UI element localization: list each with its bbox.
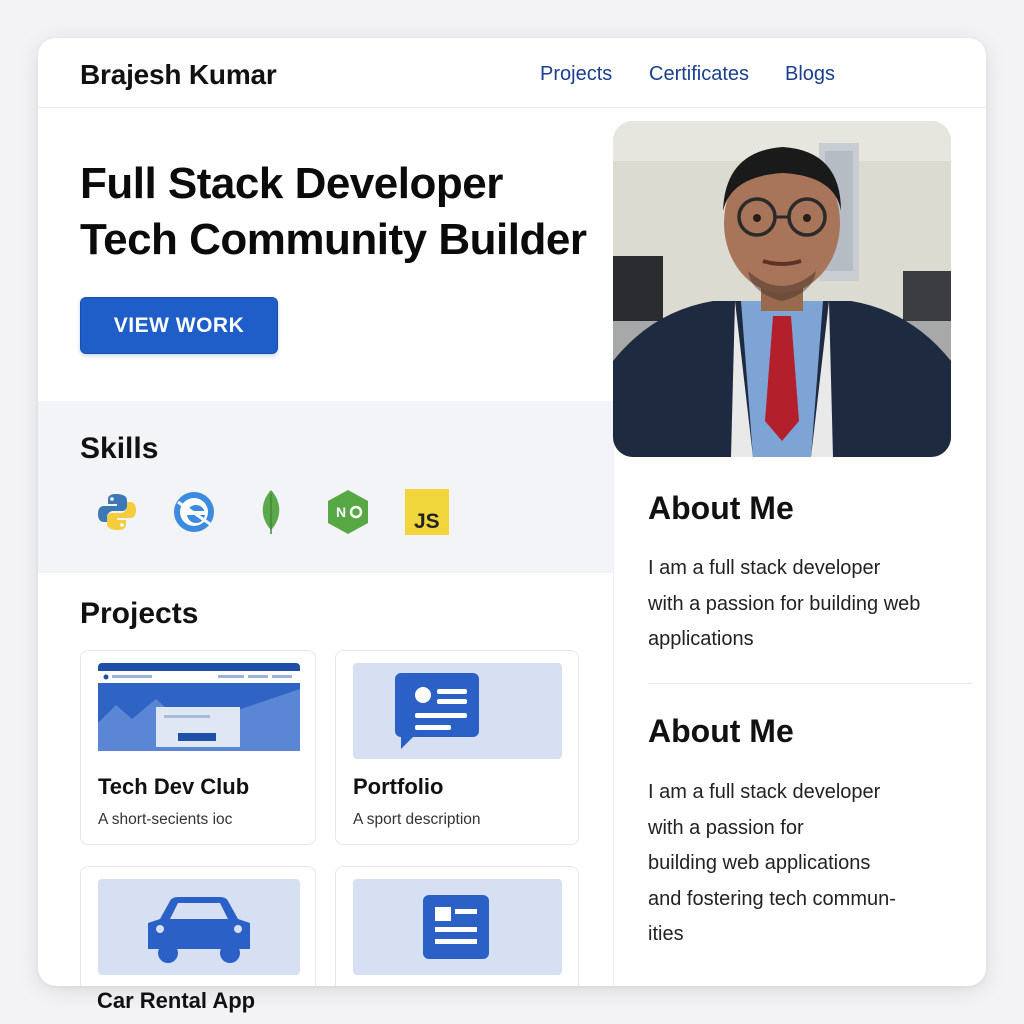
mongodb-leaf-icon	[249, 488, 293, 536]
projects-title: Projects	[80, 597, 199, 630]
skills-section	[38, 401, 613, 573]
site-header: Brajesh Kumar Projects Certificates Blog…	[38, 38, 986, 108]
python-icon	[95, 488, 139, 536]
app-window: Brajesh Kumar Projects Certificates Blog…	[38, 38, 986, 986]
about-text: I am a full stack developer with a passi…	[648, 551, 968, 658]
javascript-icon: JS	[405, 488, 449, 536]
project-title: Portfolio	[353, 774, 444, 799]
edge-browser-icon	[172, 488, 216, 536]
hero-title-line-2: Tech Community Builder	[80, 215, 587, 264]
about-text-secondary: I am a full stack developer with a passi…	[648, 775, 968, 953]
website-mockup-thumbnail	[98, 663, 300, 759]
nav-blogs[interactable]: Blogs	[785, 63, 835, 86]
project-title: Tech Dev Club	[98, 774, 250, 799]
svg-text:JS: JS	[414, 510, 440, 533]
svg-text:N: N	[336, 504, 346, 520]
car-icon	[98, 879, 300, 975]
nav-certificates[interactable]: Certificates	[649, 63, 749, 86]
about-title-secondary: About Me	[648, 713, 794, 749]
about-line: ities	[648, 923, 684, 945]
nodejs-icon: N	[326, 488, 370, 536]
project-title-car-rental: Car Rental App	[97, 988, 256, 1013]
section-divider	[648, 683, 973, 684]
project-description: A sport description	[353, 811, 481, 828]
project-card-car-rental[interactable]	[80, 866, 316, 986]
project-description: A short-secients ioc	[98, 811, 233, 828]
hero-title: Full Stack Developer Tech Community Buil…	[80, 156, 587, 268]
about-line: with a passion for	[648, 816, 804, 839]
hero-title-line-1: Full Stack Developer	[80, 159, 503, 208]
document-icon	[353, 879, 562, 975]
about-line: building web applications	[648, 852, 871, 874]
view-work-button[interactable]: VIEW WORK	[80, 297, 278, 354]
skills-title: Skills	[80, 432, 159, 465]
about-line: with a passion for building web	[648, 592, 921, 615]
profile-card-icon	[353, 663, 562, 759]
about-line: I am a full stack developer	[648, 557, 881, 579]
project-card-tech-dev-club[interactable]: Tech Dev Club A short-secients ioc	[80, 650, 316, 845]
about-line: I am a full stack developer	[648, 781, 881, 803]
profile-photo	[613, 121, 951, 457]
nav-projects[interactable]: Projects	[540, 63, 612, 86]
about-title: About Me	[648, 490, 794, 526]
about-line: and fostering tech commun‑	[648, 887, 896, 910]
project-card-document[interactable]	[335, 866, 579, 986]
brand-name[interactable]: Brajesh Kumar	[80, 59, 277, 91]
project-card-portfolio[interactable]: Portfolio A sport description	[335, 650, 579, 845]
about-line: applications	[648, 628, 754, 650]
